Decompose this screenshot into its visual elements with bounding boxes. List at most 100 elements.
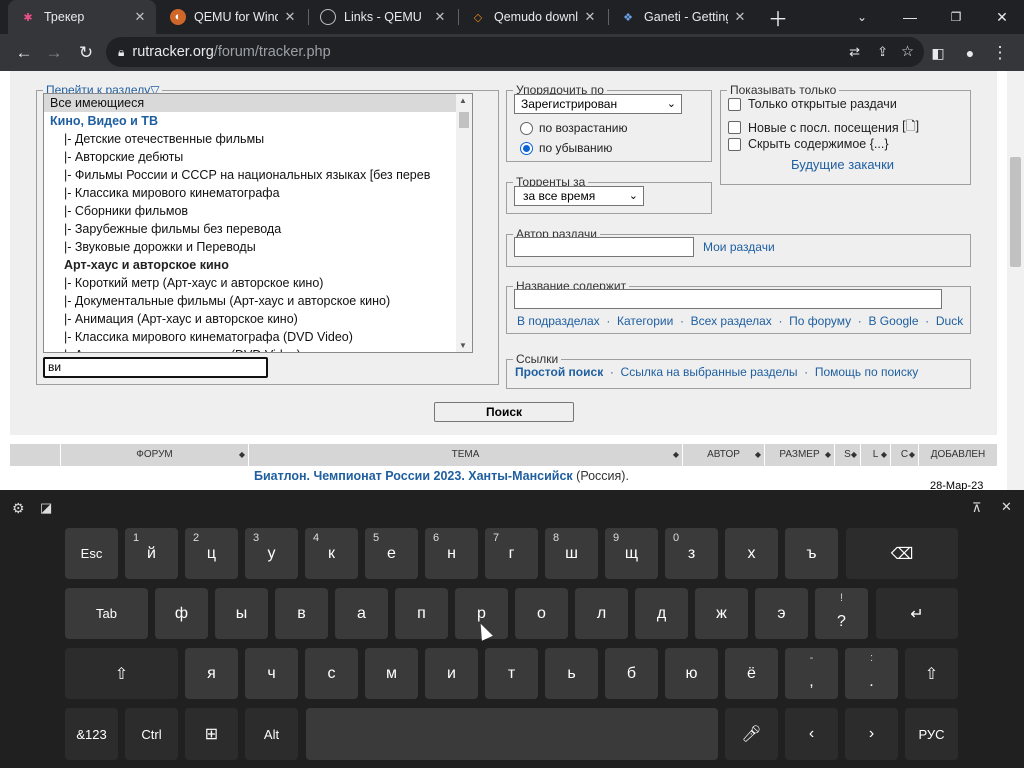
key-х[interactable]: х <box>725 528 778 579</box>
shift-key-left[interactable]: ⇧ <box>65 648 178 699</box>
hide-content-checkbox[interactable]: Скрыть содержимое {...} <box>728 137 889 151</box>
key-м[interactable]: м <box>365 648 418 699</box>
scroll-up-icon[interactable]: ▲ <box>459 96 467 105</box>
keyboard-settings-icon[interactable]: ⚙ <box>12 500 25 517</box>
col-added[interactable]: ДОБАВЛЕН <box>918 444 997 466</box>
tab-key[interactable]: Tab <box>65 588 148 639</box>
key-н[interactable]: 6н <box>425 528 478 579</box>
alt-key[interactable]: Alt <box>245 708 298 760</box>
list-scrollbar[interactable]: ▲ ▼ <box>456 94 472 352</box>
key-т[interactable]: т <box>485 648 538 699</box>
category-select-list[interactable]: Все имеющиеся Кино, Видео и ТВ |- Детские … <box>43 93 473 353</box>
category-option[interactable]: |- Арт-хаус и авторское кино (DVD Video) <box>44 346 472 352</box>
key-й[interactable]: 1й <box>125 528 178 579</box>
category-option[interactable]: |- Классика мирового кинематографа <box>44 184 472 202</box>
windows-key[interactable]: ⊞ <box>185 708 238 760</box>
left-arrow-key[interactable]: ‹ <box>785 708 838 760</box>
key-э[interactable]: э <box>755 588 808 639</box>
key-и[interactable]: и <box>425 648 478 699</box>
page-scroll-thumb[interactable] <box>1010 157 1021 267</box>
forum-link[interactable]: По форуму <box>789 314 851 328</box>
key-ч[interactable]: ч <box>245 648 298 699</box>
enter-key[interactable]: ↵ <box>876 588 958 639</box>
category-option[interactable]: |- Классика мирового кинематографа (DVD … <box>44 328 472 346</box>
author-input[interactable] <box>514 237 694 257</box>
selected-sections-link[interactable]: Ссылка на выбранные разделы <box>621 365 798 379</box>
symbols-key[interactable]: &123 <box>65 708 118 760</box>
key-к[interactable]: 4к <box>305 528 358 579</box>
key-о[interactable]: о <box>515 588 568 639</box>
key-ю[interactable]: ю <box>665 648 718 699</box>
new-since-visit-checkbox[interactable]: Новые с посл. посещения [🗋] <box>728 117 919 138</box>
key-ш[interactable]: 8ш <box>545 528 598 579</box>
comma-key[interactable]: -, <box>785 648 838 699</box>
keyboard-dock-icon[interactable]: ⊼ <box>972 500 982 516</box>
side-panel-icon[interactable]: ◧ <box>924 39 952 67</box>
key-ф[interactable]: ф <box>155 588 208 639</box>
categories-link[interactable]: Категории <box>617 314 673 328</box>
my-uploads-link[interactable]: Мои раздачи <box>703 240 775 254</box>
key-с[interactable]: с <box>305 648 358 699</box>
col-leechers[interactable]: L ◆ <box>860 444 890 466</box>
question-key[interactable]: !? <box>815 588 868 639</box>
menu-dots-icon[interactable]: ⋮ <box>986 39 1014 67</box>
scroll-thumb[interactable] <box>459 112 469 128</box>
key-ь[interactable]: ь <box>545 648 598 699</box>
category-option[interactable]: |- Документальные фильмы (Арт-хаус и авт… <box>44 292 472 310</box>
key-л[interactable]: л <box>575 588 628 639</box>
ctrl-key[interactable]: Ctrl <box>125 708 178 760</box>
subsections-link[interactable]: В подразделах <box>517 314 600 328</box>
forward-button[interactable]: → <box>40 39 68 67</box>
search-button[interactable]: Поиск <box>434 402 574 422</box>
profile-icon[interactable]: ● <box>956 39 984 67</box>
reload-button[interactable]: ↻ <box>72 39 100 67</box>
keyboard-emoji-icon[interactable]: ◪ <box>40 500 52 516</box>
col-size[interactable]: РАЗМЕР ◆ <box>764 444 834 466</box>
category-option[interactable]: |- Детские отечественные фильмы <box>44 130 472 148</box>
close-tab-icon[interactable]: ✕ <box>432 9 448 25</box>
address-bar[interactable]: 🔒︎ rutracker.org/forum/tracker.php ⇄ ⇪ ☆ <box>106 37 924 67</box>
back-button[interactable]: ← <box>10 39 38 67</box>
tab-qemu-windows[interactable]: ◐ QEMU for Wind ✕ <box>162 0 306 34</box>
period-key[interactable]: :. <box>845 648 898 699</box>
key-ъ[interactable]: ъ <box>785 528 838 579</box>
close-tab-icon[interactable]: ✕ <box>282 9 298 25</box>
tab-qemudo[interactable]: ◇ Qemudo downl ✕ <box>462 0 606 34</box>
col-author[interactable]: АВТОР ◆ <box>682 444 764 466</box>
key-я[interactable]: я <box>185 648 238 699</box>
col-seeders[interactable]: S ◆ <box>834 444 860 466</box>
keyboard-close-icon[interactable]: ✕ <box>1001 499 1012 515</box>
key-ц[interactable]: 2ц <box>185 528 238 579</box>
space-key[interactable] <box>306 708 718 760</box>
category-option[interactable]: |- Звуковые дорожки и Переводы <box>44 238 472 256</box>
key-у[interactable]: 3у <box>245 528 298 579</box>
tab-search-icon[interactable]: ⌄ <box>840 0 884 34</box>
key-б[interactable]: б <box>605 648 658 699</box>
close-tab-icon[interactable]: ✕ <box>732 9 748 25</box>
sort-asc-radio[interactable]: по возрастанию <box>520 121 628 135</box>
col-completed[interactable]: C ◆ <box>890 444 918 466</box>
translate-icon[interactable]: ⇄ <box>849 44 860 60</box>
search-help-link[interactable]: Помощь по поиску <box>815 365 918 379</box>
key-ж[interactable]: ж <box>695 588 748 639</box>
category-option[interactable]: |- Авторские дебюты <box>44 148 472 166</box>
microphone-key[interactable]: 🎤︎ <box>725 708 778 760</box>
close-tab-icon[interactable]: ✕ <box>132 9 148 25</box>
key-ё[interactable]: ё <box>725 648 778 699</box>
minimize-button[interactable]: — <box>888 0 932 34</box>
google-link[interactable]: В Google <box>868 314 918 328</box>
share-icon[interactable]: ⇪ <box>877 44 888 60</box>
category-option[interactable]: |- Анимация (Арт-хаус и авторское кино) <box>44 310 472 328</box>
key-а[interactable]: а <box>335 588 388 639</box>
close-tab-icon[interactable]: ✕ <box>582 9 598 25</box>
category-option[interactable]: |- Фильмы России и СССР на национальных … <box>44 166 472 184</box>
lock-icon[interactable]: 🔒︎ <box>118 45 124 60</box>
category-option[interactable]: Арт-хаус и авторское кино <box>44 256 472 274</box>
category-option[interactable]: Кино, Видео и ТВ <box>44 112 472 130</box>
restore-button[interactable]: ❐ <box>934 0 978 34</box>
category-option[interactable]: Все имеющиеся <box>44 94 472 112</box>
duck-link[interactable]: Duck <box>936 314 963 328</box>
category-option[interactable]: |- Зарубежные фильмы без перевода <box>44 220 472 238</box>
category-option[interactable]: |- Короткий метр (Арт-хаус и авторское к… <box>44 274 472 292</box>
key-ы[interactable]: ы <box>215 588 268 639</box>
